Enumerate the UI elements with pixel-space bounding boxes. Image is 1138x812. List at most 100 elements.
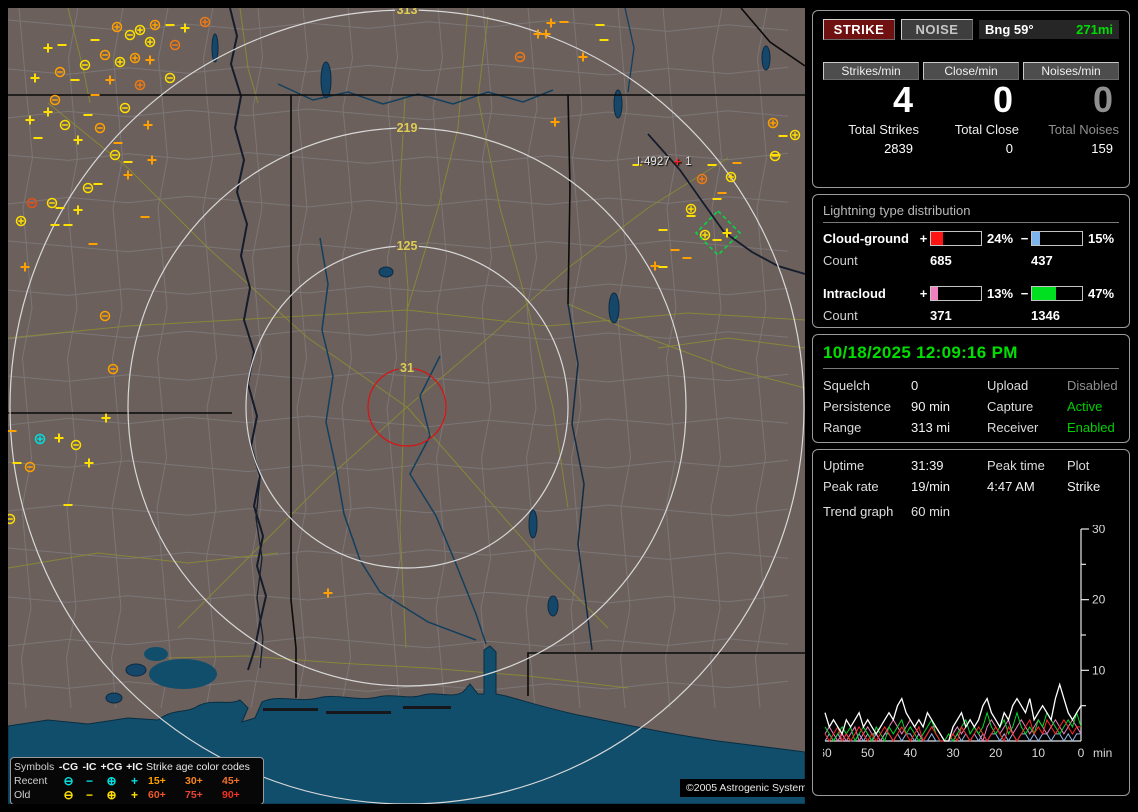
- strike-button[interactable]: STRIKE: [823, 19, 895, 40]
- plot-value: Strike: [1067, 479, 1101, 494]
- svg-text:31: 31: [400, 361, 414, 375]
- receiver-status: Enabled: [1067, 420, 1115, 435]
- count-label: Count: [823, 308, 858, 323]
- counters-box: STRIKE NOISE Bng 59° 271mi Strikes/min 4…: [812, 10, 1130, 188]
- age-75: 75+: [185, 789, 203, 801]
- circle-minus-icon: ⊖: [63, 774, 74, 788]
- ic-pos-bar: [930, 286, 982, 301]
- total-close-label: Total Close: [954, 122, 1019, 137]
- peak-time-label: Peak time: [987, 458, 1045, 473]
- squelch-label: Squelch: [823, 378, 870, 393]
- legend-age-header: Strike age color codes: [146, 761, 250, 773]
- trend-box: Uptime 31:39 Peak time Plot Peak rate 19…: [812, 449, 1130, 796]
- peak-rate-label: Peak rate: [823, 479, 879, 494]
- svg-text:0: 0: [1078, 746, 1085, 760]
- total-noises-label: Total Noises: [1048, 122, 1119, 137]
- legend-col-pos-cg: +CG: [100, 761, 123, 773]
- svg-text:125: 125: [397, 239, 418, 253]
- svg-text:30: 30: [1092, 525, 1106, 536]
- circle-plus-icon: ⊕: [106, 788, 117, 802]
- age-90: 90+: [222, 789, 240, 801]
- map-legend: Symbols -CG -IC +CG +IC Strike age color…: [10, 757, 264, 804]
- close-per-min-value: 0: [992, 79, 1013, 120]
- age-30: 30+: [185, 775, 203, 787]
- svg-text:313: 313: [397, 8, 418, 17]
- range-label: Range: [823, 420, 862, 435]
- plot-label: Plot: [1067, 458, 1090, 473]
- legend-row-recent: Recent: [14, 775, 48, 787]
- legend-row-old: Old: [14, 789, 31, 801]
- noise-button[interactable]: NOISE: [901, 19, 973, 40]
- trend-graph-value: 60 min: [911, 504, 951, 519]
- trend-graph-label: Trend graph: [823, 504, 894, 519]
- cg-pos-pct: 24%: [987, 231, 1014, 246]
- count-label: Count: [823, 253, 858, 268]
- squelch-value: 0: [911, 378, 919, 393]
- cg-pos-bar: [930, 231, 982, 246]
- control-panel: STRIKE NOISE Bng 59° 271mi Strikes/min 4…: [812, 10, 1130, 796]
- map-area[interactable]: 313 219 125 31 I-4927 + 1 Symbols -CG -IC +…: [8, 8, 805, 804]
- cg-neg-bar: [1031, 231, 1083, 246]
- age-15: 15+: [148, 775, 166, 787]
- total-strikes-label: Total Strikes: [848, 122, 919, 137]
- total-noises-value: 159: [1091, 141, 1113, 156]
- lake: [144, 647, 168, 661]
- ic-pos-count: 371: [930, 308, 952, 323]
- noises-per-min-button[interactable]: Noises/min: [1023, 62, 1119, 80]
- trend-chart: 10 20 30 60 50 40 30 20 10 0 min: [823, 525, 1112, 760]
- minus-sign: −: [1020, 286, 1029, 301]
- peak-time-value: 4:47 AM: [987, 479, 1035, 494]
- age-60: 60+: [148, 789, 166, 801]
- capture-label: Capture: [987, 399, 1034, 414]
- plus-icon: +: [130, 788, 138, 802]
- svg-text:50: 50: [861, 746, 875, 760]
- cg-neg-pct: 15%: [1088, 231, 1115, 246]
- strikes-per-min-button[interactable]: Strikes/min: [823, 62, 919, 80]
- svg-text:min: min: [1093, 746, 1112, 760]
- legend-col-pos-ic: +IC: [126, 761, 143, 773]
- persistence-label: Persistence: [823, 399, 891, 414]
- svg-text:30: 30: [946, 746, 960, 760]
- circle-minus-icon: ⊖: [63, 788, 74, 802]
- peak-rate-value: 19/min: [911, 479, 951, 494]
- ic-pos-pct: 13%: [987, 286, 1014, 301]
- svg-text:20: 20: [989, 746, 1003, 760]
- status-box: 10/18/2025 12:09:16 PM Squelch 0 Upload …: [812, 334, 1130, 443]
- strikes-per-min-value: 4: [892, 79, 913, 120]
- uptime-value: 31:39: [911, 458, 944, 473]
- bearing-display[interactable]: Bng 59° 271mi: [979, 20, 1119, 39]
- uptime-label: Uptime: [823, 458, 865, 473]
- ic-neg-count: 1346: [1031, 308, 1060, 323]
- plus-sign: +: [919, 231, 928, 246]
- persistence-value: 90 min: [911, 399, 951, 414]
- legend-col-neg-ic: -IC: [82, 761, 97, 773]
- total-close-value: 0: [1005, 141, 1013, 156]
- minus-sign: −: [1020, 231, 1029, 246]
- svg-text:10: 10: [1092, 663, 1106, 677]
- svg-text:60: 60: [823, 746, 832, 760]
- circle-plus-icon: ⊕: [106, 774, 117, 788]
- receiver-label: Receiver: [987, 420, 1039, 435]
- range-value: 313 mi: [911, 420, 951, 435]
- svg-text:40: 40: [904, 746, 918, 760]
- copyright-label: ©2005 Astrogenic Systems: [680, 779, 805, 797]
- datetime-display: 10/18/2025 12:09:16 PM: [823, 343, 1119, 369]
- close-per-min-button[interactable]: Close/min: [923, 62, 1019, 80]
- legend-col-neg-cg: -CG: [58, 761, 79, 773]
- sensor-station-label: I-4927 + 1: [637, 154, 692, 169]
- capture-status: Active: [1067, 399, 1103, 414]
- svg-text:20: 20: [1092, 593, 1106, 607]
- minus-icon: −: [85, 774, 93, 788]
- legend-symbols-header: Symbols: [14, 761, 55, 773]
- close-per-min-column: Close/min 0 Total Close 0: [923, 62, 1019, 156]
- plus-sign: +: [919, 286, 928, 301]
- cg-pos-count: 685: [930, 253, 952, 268]
- intracloud-label: Intracloud: [823, 286, 886, 301]
- sensor-count: 1: [685, 156, 692, 168]
- distribution-title: Lightning type distribution: [823, 203, 1119, 223]
- svg-text:10: 10: [1032, 746, 1046, 760]
- sensor-marker-icon: +: [673, 154, 682, 169]
- map-canvas[interactable]: 313 219 125 31: [8, 8, 805, 804]
- upload-status: Disabled: [1067, 378, 1118, 393]
- minus-icon: −: [85, 788, 93, 802]
